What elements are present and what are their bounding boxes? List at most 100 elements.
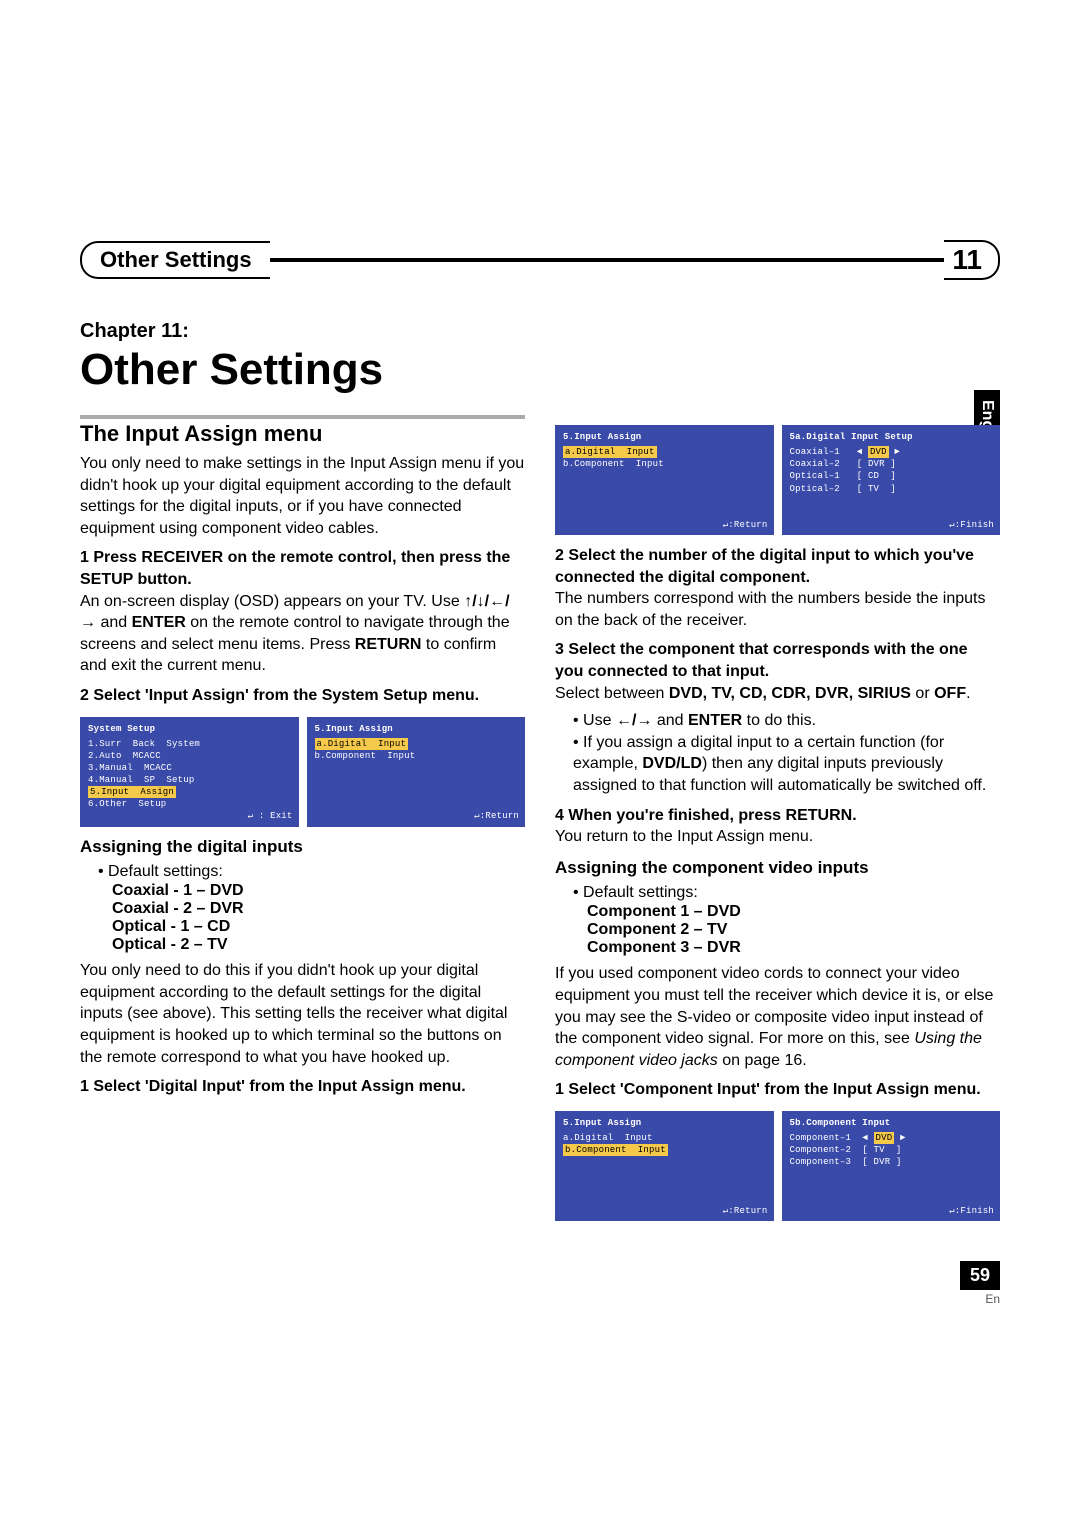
default-comp3: Component 3 – DVR: [587, 939, 1000, 957]
enter-label: ENTER: [688, 712, 742, 729]
osd-title: 5b.Component Input: [790, 1117, 993, 1129]
page-number-badge: 59: [960, 1261, 1000, 1290]
osd-label: Optical–2: [790, 484, 840, 494]
osd-title: 5.Input Assign: [563, 431, 766, 443]
enter-label: ENTER: [132, 614, 186, 631]
osd-item: 6.Other Setup: [88, 798, 291, 810]
subheading-component: Assigning the component video inputs: [555, 858, 1000, 878]
header-chapter-number: 11: [944, 240, 1000, 280]
osd-value: TV: [868, 484, 879, 494]
intro-text: You only need to make settings in the In…: [80, 453, 525, 539]
step-4r-body: You return to the Input Assign menu.: [555, 826, 1000, 848]
osd-item: 3.Manual MCACC: [88, 762, 291, 774]
return-label: RETURN: [355, 636, 422, 653]
text: Select between: [555, 685, 669, 702]
step-1: 1 Press RECEIVER on the remote control, …: [80, 547, 525, 590]
step-1-body: An on-screen display (OSD) appears on yo…: [80, 591, 525, 677]
page-lang-code: En: [555, 1292, 1000, 1306]
section-heading: The Input Assign menu: [80, 421, 525, 447]
default-comp2: Component 2 – TV: [587, 921, 1000, 939]
off-label: OFF: [934, 685, 966, 702]
step-1-component: 1 Select 'Component Input' from the Inpu…: [555, 1079, 1000, 1101]
osd-footer: ↵:Return: [723, 519, 768, 531]
osd-value: DVR: [868, 459, 885, 469]
osd-row-2: 5.Input Assign a.Digital Input b.Compone…: [555, 425, 1000, 535]
header-title: Other Settings: [80, 241, 270, 279]
text: and: [96, 614, 132, 631]
default-coax1: Coaxial - 1 – DVD: [112, 882, 525, 900]
osd-value: TV: [874, 1145, 885, 1155]
chapter-title: Other Settings: [80, 345, 1000, 395]
osd-item: 4.Manual SP Setup: [88, 774, 291, 786]
text: and: [652, 712, 688, 729]
osd-value: CD: [868, 471, 879, 481]
step-2: 2 Select 'Input Assign' from the System …: [80, 685, 525, 707]
text: An on-screen display (OSD) appears on yo…: [80, 593, 464, 610]
osd-item: a.Digital Input: [563, 1132, 766, 1144]
step-4r: 4 When you're finished, press RETURN.: [555, 805, 1000, 827]
osd-input-assign-3: 5.Input Assign a.Digital Input b.Compone…: [555, 1111, 774, 1221]
osd-value: DVR: [874, 1157, 891, 1167]
step-3r: 3 Select the component that corresponds …: [555, 639, 1000, 682]
osd-label: Component–3: [790, 1157, 852, 1167]
osd-item: 2.Auto MCACC: [88, 750, 291, 762]
osd-row-3: 5.Input Assign a.Digital Input b.Compone…: [555, 1111, 1000, 1221]
step-1-digital: 1 Select 'Digital Input' from the Input …: [80, 1076, 525, 1098]
osd-value-selected: DVD: [874, 1132, 895, 1144]
osd-system-setup: System Setup 1.Surr Back System 2.Auto M…: [80, 717, 299, 827]
osd-row-1: System Setup 1.Surr Back System 2.Auto M…: [80, 717, 525, 827]
osd-title: System Setup: [88, 723, 291, 735]
osd-component-input: 5b.Component Input Component–1 ◄ DVD ► C…: [782, 1111, 1001, 1221]
osd-title: 5.Input Assign: [563, 1117, 766, 1129]
osd-footer: ↵:Return: [723, 1205, 768, 1217]
default-opt2: Optical - 2 – TV: [112, 936, 525, 954]
text: or: [911, 685, 934, 702]
default-comp1: Component 1 – DVD: [587, 903, 1000, 921]
osd-item-selected: 5.Input Assign: [88, 786, 176, 798]
bullet-use-arrows: Use ←/→ and ENTER to do this.: [573, 710, 1000, 732]
osd-label: Optical–1: [790, 471, 840, 481]
osd-title: 5a.Digital Input Setup: [790, 431, 993, 443]
bullet-assign-note: If you assign a digital input to a certa…: [573, 732, 1000, 797]
default-coax2: Coaxial - 2 – DVR: [112, 900, 525, 918]
osd-item-selected: a.Digital Input: [315, 738, 409, 750]
page-header: Other Settings 11: [80, 240, 1000, 280]
text: on page 16.: [718, 1052, 807, 1069]
osd-label: Coaxial–1: [790, 447, 840, 457]
osd-footer: ↵ : Exit: [248, 810, 293, 822]
text: .: [966, 685, 970, 702]
osd-item: b.Component Input: [315, 750, 518, 762]
osd-item-selected: b.Component Input: [563, 1144, 668, 1156]
header-rule: [270, 258, 945, 262]
osd-footer: ↵:Finish: [949, 1205, 994, 1217]
right-column: 5.Input Assign a.Digital Input b.Compone…: [555, 415, 1000, 1306]
component-body: If you used component video cords to con…: [555, 963, 1000, 1071]
step-2r: 2 Select the number of the digital input…: [555, 545, 1000, 588]
default-settings-label-2: Default settings:: [573, 882, 1000, 904]
step-3r-body: Select between DVD, TV, CD, CDR, DVR, SI…: [555, 683, 1000, 705]
text: Use: [583, 712, 616, 729]
text: to do this.: [742, 712, 816, 729]
osd-label: Coaxial–2: [790, 459, 840, 469]
chapter-label: Chapter 11:: [80, 320, 1000, 343]
osd-label: Component–2: [790, 1145, 852, 1155]
dvd-ld-label: DVD/LD: [642, 755, 702, 772]
osd-title: 5.Input Assign: [315, 723, 518, 735]
osd-item: 1.Surr Back System: [88, 738, 291, 750]
subheading-digital: Assigning the digital inputs: [80, 837, 525, 857]
osd-input-assign: 5.Input Assign a.Digital Input b.Compone…: [307, 717, 526, 827]
arrow-glyphs: ←/→: [616, 712, 652, 729]
osd-item-selected: a.Digital Input: [563, 446, 657, 458]
step-2r-body: The numbers correspond with the numbers …: [555, 588, 1000, 631]
osd-input-assign-2: 5.Input Assign a.Digital Input b.Compone…: [555, 425, 774, 535]
default-settings-label: Default settings:: [98, 861, 525, 883]
osd-footer: ↵:Return: [474, 810, 519, 822]
digital-body: You only need to do this if you didn't h…: [80, 960, 525, 1068]
default-opt1: Optical - 1 – CD: [112, 918, 525, 936]
osd-footer: ↵:Finish: [949, 519, 994, 531]
osd-digital-input-setup: 5a.Digital Input Setup Coaxial–1 ◄ DVD ►…: [782, 425, 1001, 535]
osd-item: b.Component Input: [563, 458, 766, 470]
osd-value-selected: DVD: [868, 446, 889, 458]
section-rule: [80, 415, 525, 419]
osd-label: Component–1: [790, 1133, 852, 1143]
